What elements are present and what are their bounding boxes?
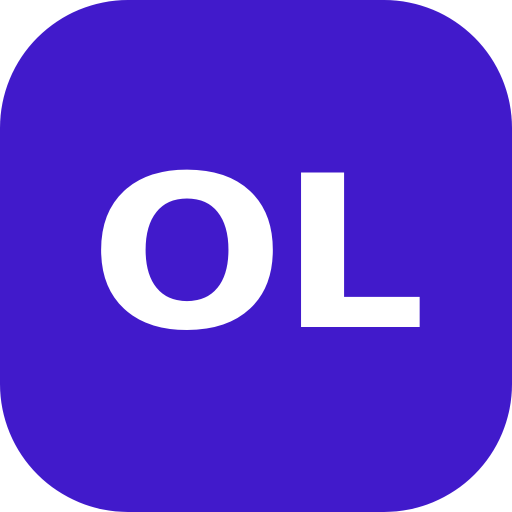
app-icon: OL [0,0,512,512]
monogram-text: OL [90,130,426,377]
